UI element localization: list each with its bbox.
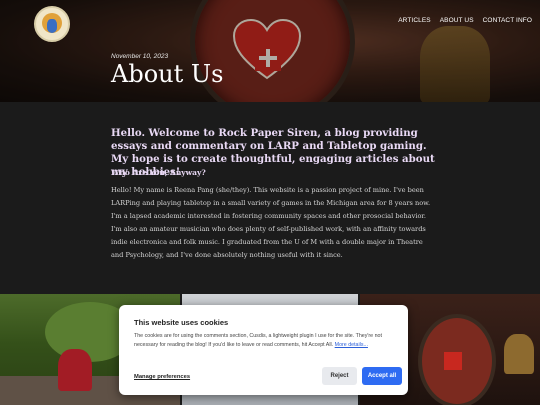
site-logo-icon[interactable] xyxy=(34,6,70,42)
page-title: About Us xyxy=(111,60,224,88)
cookie-title: This website uses cookies xyxy=(134,318,229,327)
person-figure xyxy=(58,349,92,391)
hero-banner xyxy=(0,0,540,102)
about-body-text: Hello! My name is Reena Pang (she/they).… xyxy=(111,186,431,259)
section-subheading: Who Are You, Anyway? xyxy=(111,168,206,177)
main-content: Hello. Welcome to Rock Paper Siren, a bl… xyxy=(0,102,540,294)
hero-overlay xyxy=(0,0,540,102)
post-date: November 10, 2023 xyxy=(111,53,169,60)
logo-figure-shape xyxy=(47,19,57,33)
reject-button[interactable]: Reject xyxy=(322,367,357,385)
cookie-text: The cookies are for using the comments s… xyxy=(134,332,399,350)
manage-preferences-link[interactable]: Manage preferences xyxy=(134,374,190,380)
nav-about-us[interactable]: ABOUT US xyxy=(440,17,474,24)
nav-articles[interactable]: ARTICLES xyxy=(398,17,430,24)
goblet-shape xyxy=(504,334,534,374)
main-nav: ARTICLES ABOUT US CONTACT INFO xyxy=(398,17,532,24)
nav-contact-info[interactable]: CONTACT INFO xyxy=(483,17,532,24)
accept-all-button[interactable]: Accept all xyxy=(362,367,402,385)
cookie-consent-dialog: This website uses cookies The cookies ar… xyxy=(119,305,408,395)
more-details-link[interactable]: More details... xyxy=(335,342,368,348)
cross-shape xyxy=(444,352,462,370)
